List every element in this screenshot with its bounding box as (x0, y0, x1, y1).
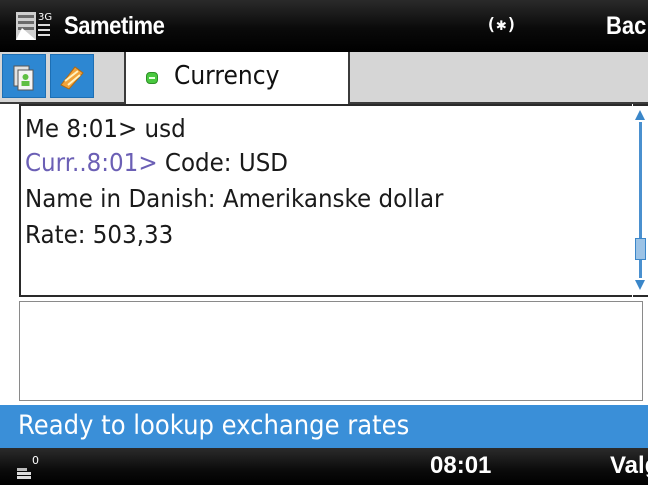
signal-level: 0 (32, 454, 39, 467)
status-icon (60, 66, 84, 90)
message-sender: Curr.. (25, 148, 87, 177)
message-input[interactable] (19, 301, 643, 401)
tab-bar: Currency (0, 52, 648, 104)
options-softkey[interactable]: Valg (610, 451, 648, 481)
chat-transcript[interactable]: Me 8:01> usd Curr..8:01> Code: USD Name … (19, 104, 632, 297)
tab-label: Currency (174, 61, 280, 91)
tab-status[interactable] (50, 54, 94, 98)
tab-currency[interactable]: Currency (124, 52, 350, 104)
message-time: 8:01> (86, 148, 158, 177)
message-sender: Me (25, 114, 59, 143)
message-text: Code: USD (164, 148, 289, 177)
scroll-thumb[interactable] (635, 238, 646, 260)
message-time: 8:01> (66, 114, 138, 143)
chat-scrollbar[interactable] (633, 104, 648, 297)
scroll-down-arrow-icon[interactable] (635, 280, 645, 290)
sametime-app-icon: 3G (16, 12, 52, 40)
chat-message: Me 8:01> usd (25, 112, 186, 146)
message-text: usd (144, 114, 186, 143)
clock: 08:01 (430, 452, 492, 479)
app-title: Sametime (64, 12, 165, 40)
scroll-up-arrow-icon[interactable] (635, 110, 645, 120)
signal-strength-icon: 0 (17, 454, 39, 479)
bottom-bar: 0 08:01 Valg (0, 448, 648, 485)
svg-text:3G: 3G (38, 12, 52, 23)
back-softkey[interactable]: Bac (606, 10, 646, 42)
status-bar: Ready to lookup exchange rates (0, 405, 648, 448)
presence-online-icon (146, 72, 158, 84)
contacts-icon (13, 65, 34, 91)
chat-message: Curr..8:01> Code: USD (25, 146, 288, 180)
chat-message-continuation: Rate: 503,33 (25, 220, 174, 249)
tab-contacts[interactable] (2, 54, 46, 98)
title-bar: 3G Sametime (✱) Bac (0, 0, 648, 52)
bluetooth-icon: (✱) (486, 15, 517, 35)
chat-message-continuation: Name in Danish: Amerikanske dollar (25, 184, 444, 213)
status-text: Ready to lookup exchange rates (18, 410, 410, 441)
